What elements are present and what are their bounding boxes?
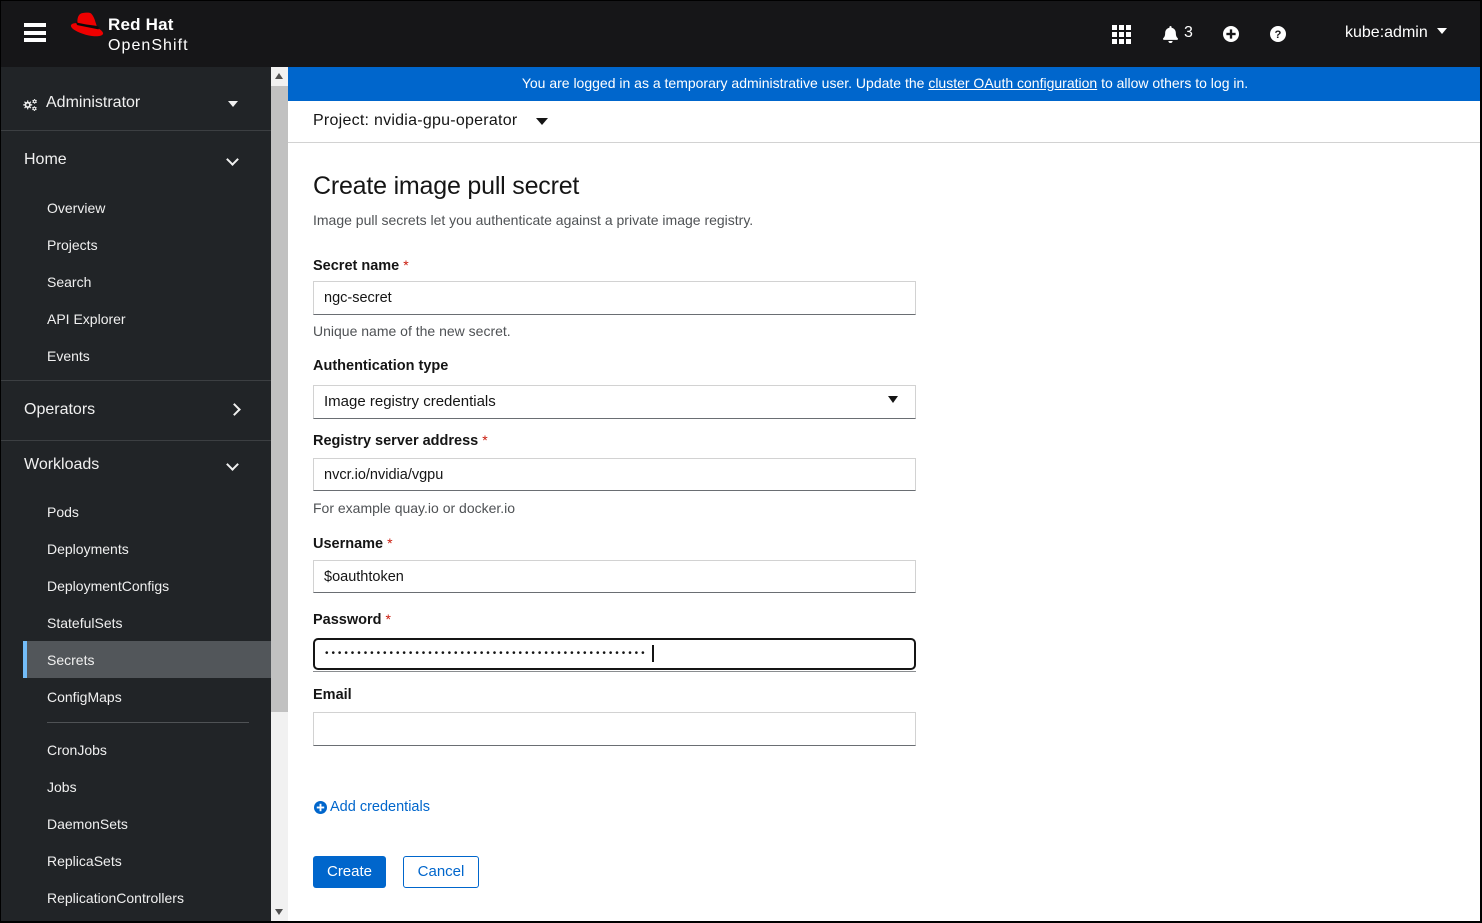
svg-text:?: ?: [1275, 28, 1282, 40]
